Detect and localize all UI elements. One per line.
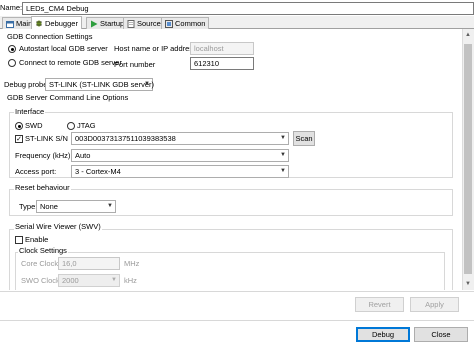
tab-main-label: Main <box>16 19 33 28</box>
swo-clock-select[interactable]: 2000 ▼ <box>58 274 120 287</box>
stlink-sn-select[interactable]: 003D00373137511039383538 ▼ <box>71 132 289 145</box>
buttons-divider <box>0 320 474 321</box>
frequency-label: Frequency (kHz): <box>15 151 73 160</box>
scan-button[interactable]: Scan <box>293 131 315 146</box>
chevron-down-icon: ▼ <box>111 277 117 283</box>
debug-probe-select[interactable]: ST-LINK (ST-LINK GDB server) ▼ <box>45 78 155 91</box>
connect-remote-radio[interactable] <box>8 59 16 67</box>
chevron-down-icon: ▼ <box>280 135 286 141</box>
reset-type-label: Type: <box>19 202 38 211</box>
stlink-sn-value: 003D00373137511039383538 <box>75 134 176 143</box>
scrollbar-thumb[interactable] <box>464 44 472 274</box>
swv-enable-checkbox[interactable] <box>15 236 23 244</box>
chevron-down-icon: ▼ <box>107 203 113 209</box>
revert-button[interactable]: Revert <box>355 297 404 312</box>
host-input[interactable]: localhost <box>190 42 254 55</box>
autostart-radio[interactable] <box>8 45 16 53</box>
debug-probe-value: ST-LINK (ST-LINK GDB server) <box>49 80 155 89</box>
swd-radio[interactable] <box>15 122 23 130</box>
swo-clock-value: 2000 <box>62 276 79 285</box>
jtag-label: JTAG <box>77 121 96 130</box>
footer-divider <box>0 291 474 292</box>
access-port-label: Access port: <box>15 167 57 176</box>
apply-button[interactable]: Apply <box>410 297 459 312</box>
swv-enable-label: Enable <box>25 235 49 244</box>
swd-label: SWD <box>25 121 43 130</box>
interface-title: Interface <box>14 107 46 117</box>
chevron-down-icon: ▼ <box>280 168 286 174</box>
swo-clock-label: SWO Clock: <box>21 276 62 285</box>
debugger-tab-icon <box>36 20 42 27</box>
swo-clock-unit: kHz <box>124 276 137 285</box>
swv-title: Serial Wire Viewer (SWV) <box>14 222 102 232</box>
access-port-select[interactable]: 3 - Cortex-M4 ▼ <box>71 165 289 178</box>
main-tab-icon <box>6 20 14 28</box>
tab-debugger-label: Debugger <box>45 18 78 28</box>
jtag-radio[interactable] <box>67 122 75 130</box>
tab-debugger[interactable]: Debugger <box>31 16 82 29</box>
clock-settings-title: Clock Settings <box>18 246 68 256</box>
autostart-label: Autostart local GDB server <box>19 44 108 53</box>
server-options-title: GDB Server Command Line Options <box>7 93 129 102</box>
startup-tab-icon <box>91 20 98 27</box>
source-tab-icon <box>127 19 135 28</box>
chevron-down-icon: ▼ <box>280 152 286 158</box>
reset-type-select[interactable]: None ▼ <box>36 200 116 213</box>
debug-button[interactable]: Debug <box>356 327 410 342</box>
tab-common-label: Common <box>175 19 206 28</box>
configuration-name-input[interactable]: LEDs_CM4 Debug <box>22 2 474 15</box>
gdb-connection-title: GDB Connection Settings <box>7 32 93 41</box>
tab-common[interactable]: Common <box>161 17 210 29</box>
tab-startup[interactable]: Startup <box>86 17 129 29</box>
core-clock-input[interactable]: 16,0 <box>58 257 120 270</box>
tab-source[interactable]: Source <box>123 17 165 29</box>
common-tab-icon <box>165 19 173 28</box>
connect-remote-label: Connect to remote GDB server <box>19 58 122 67</box>
chevron-down-icon: ▼ <box>144 81 150 87</box>
core-clock-unit: MHz <box>124 259 140 268</box>
frequency-value: Auto <box>75 151 91 160</box>
frequency-select[interactable]: Auto ▼ <box>71 149 289 162</box>
port-input[interactable]: 612310 <box>190 57 254 70</box>
tab-source-label: Source <box>137 19 161 28</box>
tab-startup-label: Startup <box>100 19 125 28</box>
scroll-up-icon[interactable]: ▲ <box>462 29 474 41</box>
name-label: Name: <box>0 3 23 12</box>
reset-type-value: None <box>40 202 58 211</box>
port-label: Port number <box>114 60 156 69</box>
debug-probe-label: Debug probe <box>4 80 48 89</box>
access-port-value: 3 - Cortex-M4 <box>75 167 121 176</box>
stlink-sn-checkbox[interactable]: ✓ <box>15 135 23 143</box>
host-label: Host name or IP address <box>114 44 197 53</box>
reset-title: Reset behaviour <box>14 183 71 193</box>
scroll-down-icon[interactable]: ▼ <box>462 278 474 290</box>
close-button[interactable]: Close <box>414 327 468 342</box>
stlink-sn-label: ST-LINK S/N <box>25 134 68 143</box>
core-clock-label: Core Clock: <box>21 259 61 268</box>
